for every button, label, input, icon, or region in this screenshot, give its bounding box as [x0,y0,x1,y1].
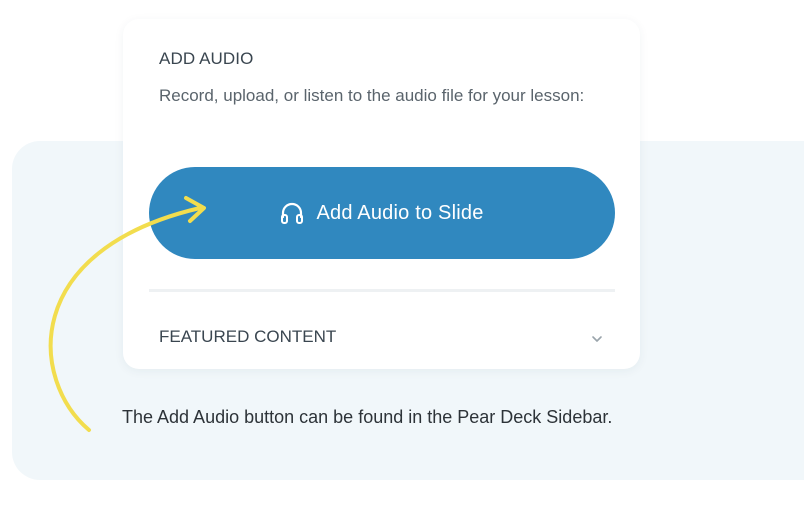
headphones-icon [280,202,304,224]
add-audio-heading: ADD AUDIO [159,49,254,68]
add-audio-to-slide-button[interactable]: Add Audio to Slide [149,167,615,259]
add-audio-description: Record, upload, or listen to the audio f… [159,86,585,105]
section-divider [149,289,615,292]
pear-deck-sidebar-card: ADD AUDIO Record, upload, or listen to t… [123,19,640,369]
chevron-down-icon[interactable] [590,331,604,342]
caption-text: The Add Audio button can be found in the… [122,407,613,427]
add-audio-button-label: Add Audio to Slide [316,201,484,224]
featured-content-label[interactable]: FEATURED CONTENT [159,327,336,347]
